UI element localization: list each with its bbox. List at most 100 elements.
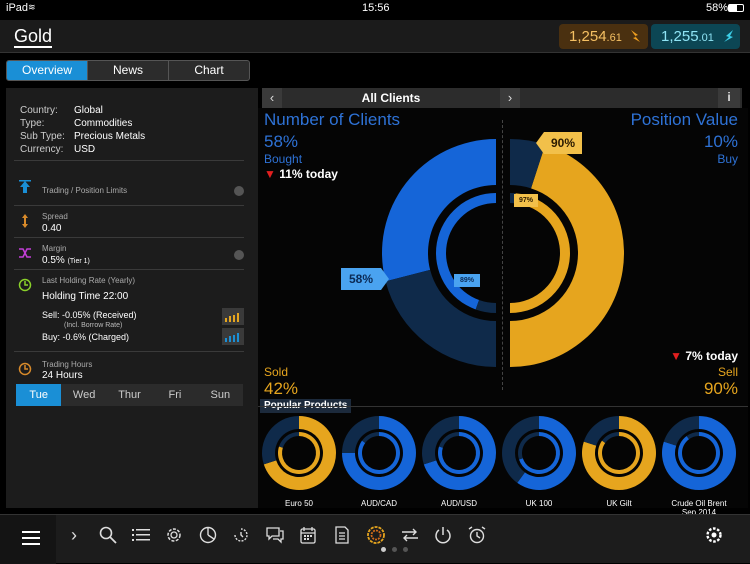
position-inner-sell-arc [510, 193, 570, 313]
power-icon[interactable] [433, 525, 453, 545]
product-aud-usd[interactable]: AUD/USD [420, 414, 498, 508]
trading-hours-value: 24 Hours [42, 370, 83, 381]
buy-price-main: 1,255 [661, 28, 699, 45]
gear-icon[interactable] [164, 525, 184, 545]
limits-label: Trading / Position Limits [42, 186, 128, 195]
battery-icon [728, 4, 744, 12]
history-icon[interactable] [231, 525, 251, 545]
inner-bought-callout: 89% [454, 274, 480, 287]
product-aud-cad[interactable]: AUD/CAD [340, 414, 418, 508]
bought-callout: 58% [341, 268, 381, 290]
buy-rate-chart-button[interactable] [222, 328, 244, 345]
status-bar: iPad ≋ 15:56 58% [0, 0, 750, 18]
chevron-icon [234, 250, 244, 260]
buy-price-button[interactable]: 1,255.01 [651, 24, 740, 49]
trading-hours-row: Trading Hours 24 Hours [14, 354, 244, 382]
sell-rate-chart-button[interactable] [222, 308, 244, 325]
margin-value: 0.5% (Tier 1) [42, 255, 90, 266]
clients-inner-bought-arc [435, 193, 496, 310]
sentiment-area: Number of Clients 58% Bought ▼ 11% today… [258, 108, 748, 517]
sell-price-button[interactable]: 1,254.61 [559, 24, 648, 49]
bottom-toolbar: › [0, 514, 750, 564]
product-name: UK Gilt [606, 499, 632, 508]
holding-borrow-note: (Incl. Borrow Rate) [64, 322, 123, 329]
country-value: Global [74, 105, 103, 116]
subtype-value: Precious Metals [74, 131, 146, 142]
search-icon[interactable] [98, 525, 118, 545]
sentiment-icon[interactable] [366, 525, 386, 545]
margin-percent: 0.5% [42, 255, 65, 266]
info-button[interactable]: i [718, 88, 740, 108]
clients-nav: ‹ All Clients › i [262, 88, 742, 108]
product-crude-oil-brent[interactable]: Crude Oil Brent Sep 2014 [660, 414, 738, 517]
clock-icon [18, 278, 32, 292]
limits-row[interactable]: Trading / Position Limits [14, 174, 244, 206]
currency-label: Currency: [20, 144, 64, 155]
page-title: Gold [14, 26, 53, 48]
holding-row: Last Holding Rate (Yearly) Holding Time … [14, 270, 244, 352]
product-outer-rest [583, 416, 619, 446]
chevron-icon [234, 186, 244, 196]
product-name: AUD/CAD [360, 499, 397, 508]
page-dot[interactable] [403, 547, 408, 552]
product-outer-rest [663, 416, 699, 446]
product-name: Euro 50 [284, 499, 314, 508]
day-tue[interactable]: Tue [16, 384, 62, 406]
callout-pointer [381, 268, 389, 290]
product-euro-50[interactable]: Euro 50 [260, 414, 338, 508]
buy-price-small: .01 [698, 32, 714, 44]
callout-pointer [536, 132, 544, 154]
tab-bar: Overview News Chart [6, 60, 250, 81]
holding-time: Holding Time 22:00 [42, 291, 129, 302]
product-name: AUD/USD [440, 499, 477, 508]
country-label: Country: [20, 105, 58, 116]
spread-label: Spread [42, 212, 68, 221]
type-label: Type: [20, 118, 45, 129]
settings-gear-icon[interactable] [704, 525, 724, 545]
tab-news[interactable]: News [88, 61, 169, 80]
product-donut [502, 416, 576, 490]
tab-chart[interactable]: Chart [169, 61, 249, 80]
divider [14, 160, 244, 161]
day-thur[interactable]: Thur [107, 384, 152, 406]
header: Gold 1,254.61 1,255.01 [0, 20, 750, 53]
transfer-icon[interactable] [400, 525, 420, 545]
menu-button[interactable] [0, 515, 56, 564]
popular-products: Euro 50 AUD/CAD AUD/USD UK 100 UK Gilt C… [258, 408, 748, 517]
chevron-right-icon[interactable]: › [64, 525, 84, 545]
sell-callout: 90% [544, 132, 582, 154]
arrow-down-icon [631, 30, 640, 42]
day-fri[interactable]: Fri [152, 384, 197, 406]
product-inner-rest [686, 432, 699, 440]
product-inner-arc [678, 432, 720, 474]
day-wed[interactable]: Wed [61, 384, 106, 406]
product-uk-100[interactable]: UK 100 [500, 414, 578, 508]
wifi-icon: ≋ [28, 2, 36, 12]
pie-chart-icon[interactable] [198, 525, 218, 545]
product-uk-gilt[interactable]: UK Gilt [580, 414, 658, 508]
subtype-label: Sub Type: [20, 131, 65, 142]
product-donut [662, 416, 736, 490]
holding-sell: Sell: -0.05% (Received) [42, 310, 137, 320]
trading-hours-label: Trading Hours [42, 360, 93, 369]
menu-icon [22, 531, 40, 545]
margin-row[interactable]: Margin 0.5% (Tier 1) [14, 238, 244, 270]
calendar-icon[interactable] [298, 525, 318, 545]
day-sun[interactable]: Sun [198, 384, 243, 406]
document-icon[interactable] [332, 525, 352, 545]
next-button[interactable]: › [500, 88, 520, 108]
info-labels: Country: Type: Sub Type: Currency: [20, 104, 80, 156]
info-values: Global Commodities Precious Metals USD [74, 104, 224, 156]
product-donut [262, 416, 336, 490]
margin-label: Margin [42, 244, 67, 253]
page-dot-active[interactable] [381, 547, 386, 552]
spread-value: 0.40 [42, 223, 62, 234]
list-icon[interactable] [131, 525, 151, 545]
tab-overview[interactable]: Overview [7, 61, 88, 80]
inner-sell-callout: 97% [514, 194, 538, 207]
prev-button[interactable]: ‹ [262, 88, 282, 108]
popular-divider [258, 406, 748, 407]
alarm-icon[interactable] [467, 525, 487, 545]
chat-icon[interactable] [265, 525, 285, 545]
page-dot[interactable] [392, 547, 397, 552]
